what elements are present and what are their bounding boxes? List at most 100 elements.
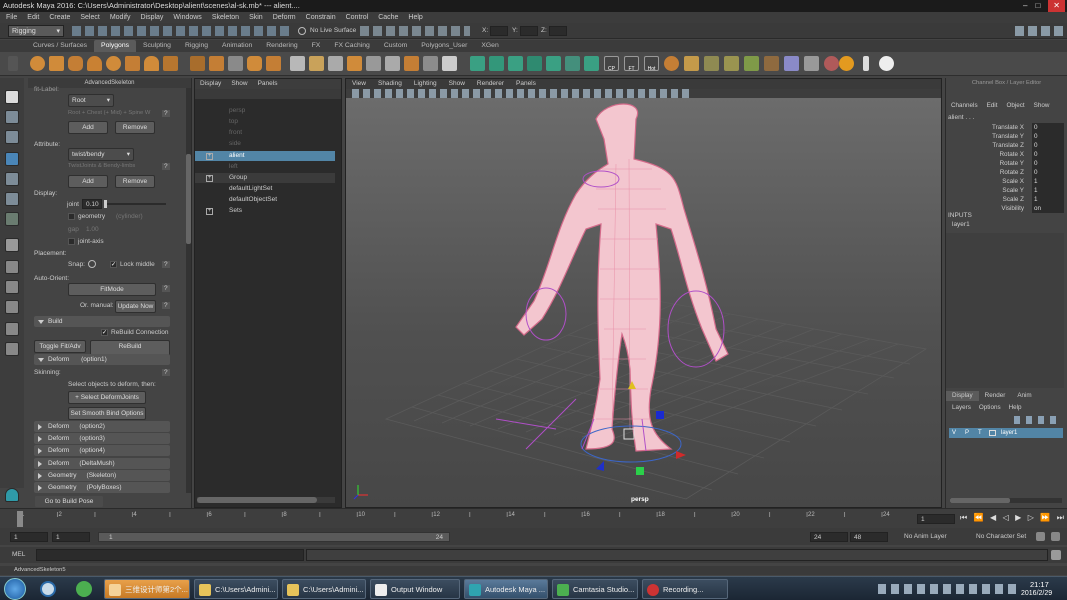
plane-icon[interactable] [125,56,140,71]
extract-icon[interactable] [228,56,243,71]
add-button[interactable]: Add [68,121,108,134]
close-icon[interactable]: ✕ [1048,0,1065,12]
ribbon-icon[interactable] [824,56,839,71]
outliner-item-side[interactable]: side [195,139,335,149]
tab-xgen[interactable]: XGen [474,40,505,52]
scene-canvas[interactable] [346,99,942,508]
pinned-browser-icon[interactable] [40,581,56,597]
step-back-key-icon[interactable]: ⏪ [974,513,984,525]
windows-start-icon[interactable] [4,578,26,600]
dollar-icon[interactable] [839,56,854,71]
panel-toggle-icons[interactable] [1015,26,1063,36]
outliner-item-persp[interactable]: persp [195,106,335,116]
tab-polygons-user[interactable]: Polygons_User [414,40,474,52]
step-back-icon[interactable]: ◀ [990,513,996,525]
pipe-icon[interactable] [163,56,178,71]
update-now-button[interactable]: Update Now [115,300,156,313]
tab-custom[interactable]: Custom [377,40,414,52]
layer-menu-layers[interactable]: Layers [952,404,971,411]
remove-button[interactable]: Remove [115,121,155,134]
layer-menu-options[interactable]: Options [979,404,1001,411]
menu-display[interactable]: Display [140,12,163,23]
x-field[interactable] [490,26,508,36]
help-icon[interactable]: ? [162,261,170,268]
select-deform-joints-button[interactable]: + Select DeformJoints [68,391,146,404]
channel-value[interactable]: 1 [1032,186,1064,195]
mesh-green5-icon[interactable] [546,56,561,71]
tab-rigging[interactable]: Rigging [178,40,215,52]
menu-help[interactable]: Help [408,12,422,23]
tab-animation[interactable]: Animation [215,40,259,52]
tab-curves-surfaces[interactable]: Curves / Surfaces [26,40,94,52]
current-frame-field[interactable]: 1 [917,514,955,524]
viewport-menu-shading[interactable]: Shading [378,79,402,89]
go-to-end-icon[interactable]: ⏭ [1057,513,1064,525]
ft-icon[interactable]: FT [624,56,639,72]
channel-value[interactable]: 0 [1032,132,1064,141]
go-to-start-icon[interactable]: ⏮ [960,513,967,525]
tab-sculpting[interactable]: Sculpting [136,40,178,52]
channel-value[interactable]: 0 [1032,123,1064,132]
go-to-build-pose-button[interactable]: Go to Build Pose [34,495,104,508]
mesh-green3-icon[interactable] [508,56,523,71]
bevel-icon[interactable] [328,56,343,71]
menu-skin[interactable]: Skin [249,12,263,23]
combine-icon[interactable] [190,56,205,71]
tool-olive-icon[interactable] [704,56,719,71]
tab-fx[interactable]: FX [305,40,328,52]
root-dropdown[interactable]: Root ▾ [68,94,114,107]
joint-size-slider[interactable] [104,200,166,208]
deform-deltamush-section[interactable]: Deform (DeltaMush) [34,458,170,469]
single-layout-icon[interactable] [5,238,19,252]
offset-loop-icon[interactable] [404,56,419,71]
menu-show[interactable]: Show [1034,102,1050,109]
outliner-menu-show[interactable]: Show [231,79,247,89]
outliner-item-left[interactable]: left [195,162,335,172]
skull-icon[interactable] [879,56,894,71]
channel-translate-z[interactable]: Translate Z 0 [946,141,1064,150]
maximize-icon[interactable]: □ [1035,0,1040,12]
input-layer1[interactable]: layer1 [952,221,970,228]
layer-hscrollbar[interactable] [950,498,1062,503]
taskbar-item-recording[interactable]: Recording... [642,579,728,599]
geometry-checkbox[interactable] [68,213,75,220]
grid-icon[interactable] [804,56,819,71]
key-icon[interactable] [1036,532,1045,541]
extrude-icon[interactable] [309,56,324,71]
menu-windows[interactable]: Windows [173,12,201,23]
mel-input[interactable] [36,549,304,561]
range-end-field[interactable]: 24 [810,532,848,542]
rebuild-connection-checkbox[interactable]: ✓ [101,329,108,336]
expand-icon[interactable]: + [206,153,213,160]
channel-rotate-x[interactable]: Rotate X 0 [946,150,1064,159]
cylinder-icon[interactable] [68,56,83,71]
channel-value[interactable]: 0 [1032,141,1064,150]
outliner-item-group[interactable]: Group [195,173,335,183]
settings-icon[interactable] [8,56,18,71]
geometry-skeleton-section[interactable]: Geometry (Skeleton) [34,470,170,481]
lasso-tool-icon[interactable] [5,110,19,124]
range-start-field[interactable]: 1 [52,532,90,542]
script-icon[interactable] [664,56,679,71]
tool-olive3-icon[interactable] [744,56,759,71]
status-tool-icons[interactable] [72,26,292,36]
layer-menu-help[interactable]: Help [1009,404,1022,411]
live-surface-label[interactable]: No Live Surface [310,27,356,34]
select-tool-icon[interactable] [5,90,19,104]
help-icon[interactable]: ? [162,163,170,170]
attribute-dropdown[interactable]: twist/bendy ▾ [68,148,134,161]
layer-visible-toggle[interactable]: V [952,428,956,438]
bridge-icon[interactable] [290,56,305,71]
lattice-icon[interactable] [784,56,799,71]
layer-name[interactable]: layer1 [1001,428,1017,438]
help-icon[interactable]: ? [162,285,170,292]
joint-size-field[interactable]: 0.10 [82,199,102,209]
cp-icon[interactable]: CP [604,56,619,72]
tab-rendering[interactable]: Rendering [259,40,304,52]
channel-scale-z[interactable]: Scale Z 1 [946,195,1064,204]
expand-icon[interactable]: + [206,208,213,215]
manip-tool-icon[interactable] [5,212,19,226]
four-layout-icon[interactable] [5,260,19,274]
time-slider[interactable]: 124681012141618202224 1 ⏮ ⏪ ◀ ◁ ▶ ▷ ⏩ ⏭ [0,508,1067,528]
outliner-search[interactable] [195,89,341,99]
